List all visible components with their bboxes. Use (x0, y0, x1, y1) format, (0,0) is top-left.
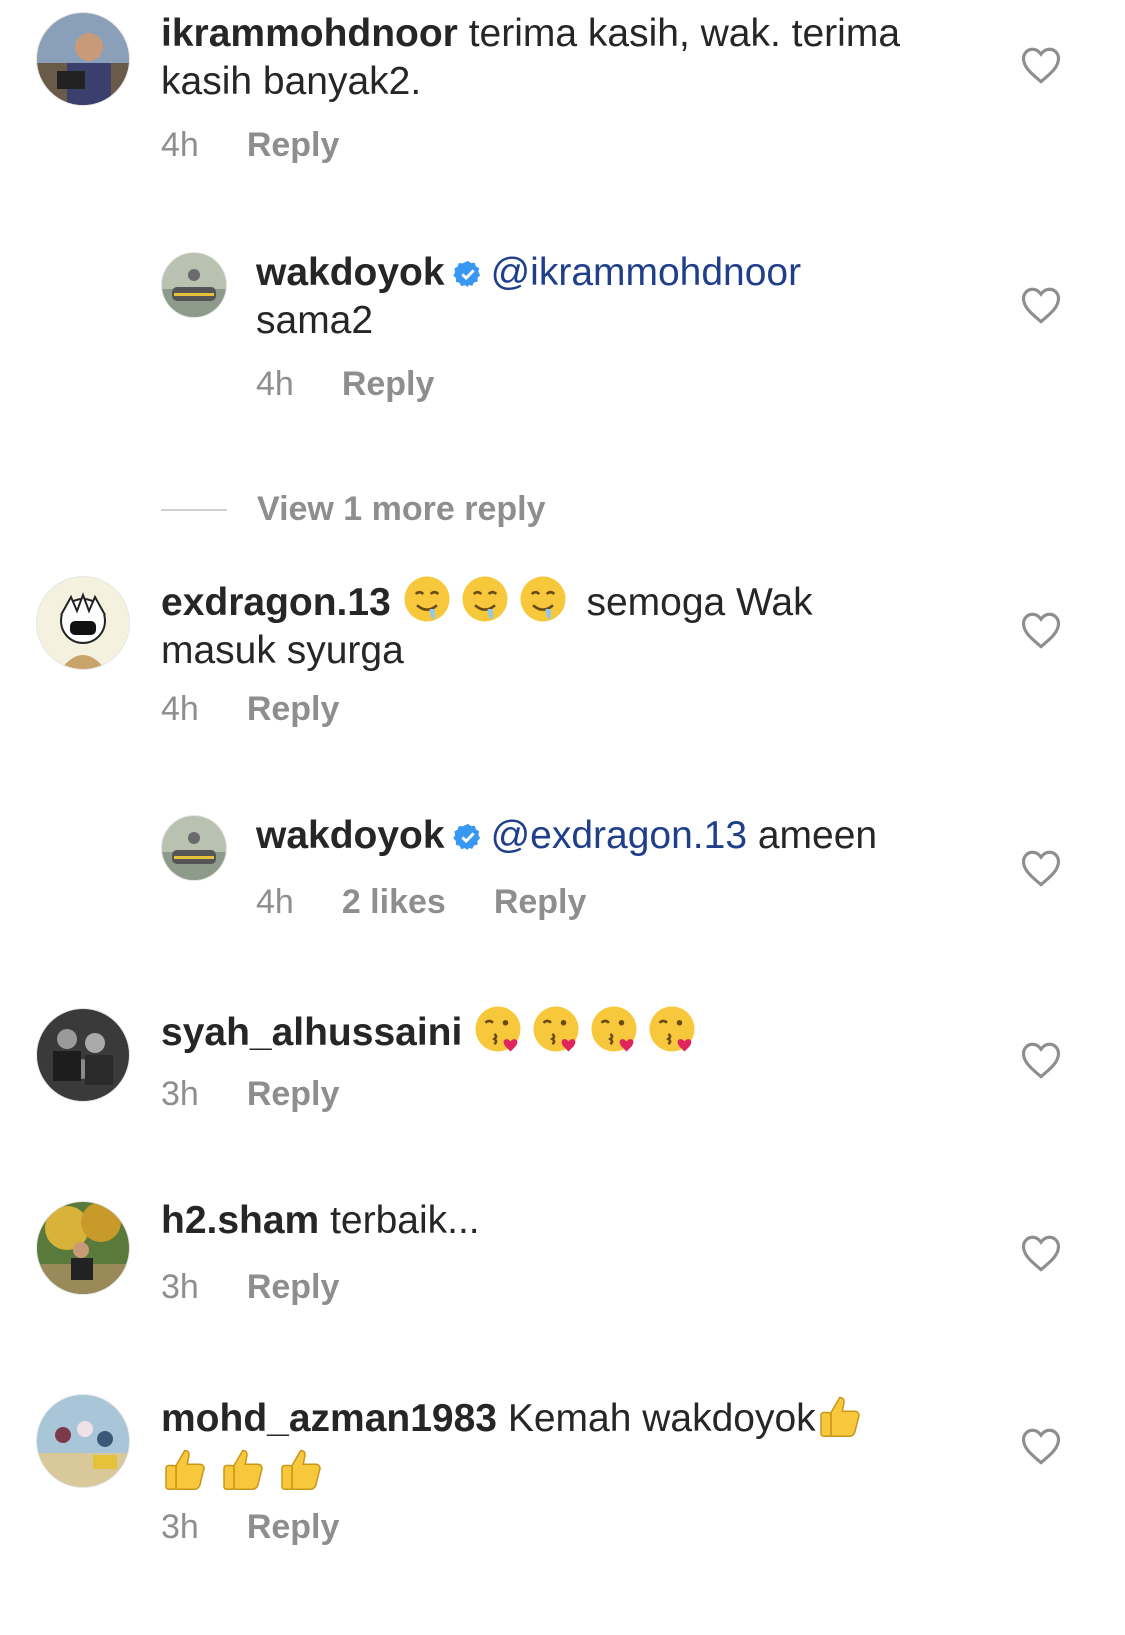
mention-link[interactable]: @exdragon.13 (491, 814, 747, 857)
thumbs-up-icon (219, 1443, 269, 1493)
avatar[interactable] (36, 12, 130, 106)
heart-outline-icon[interactable] (1020, 848, 1062, 888)
comment-body: exdragon.13 semoga Wak masuk syurga (161, 574, 931, 675)
comment-body: wakdoyok @exdragon.13 ameen (256, 812, 956, 860)
timestamp: 3h (161, 1268, 199, 1306)
heart-outline-icon[interactable] (1020, 1040, 1062, 1080)
comment-text: ameen (757, 814, 878, 857)
username[interactable]: h2.sham (161, 1199, 319, 1242)
timestamp: 4h (161, 126, 199, 164)
comment-meta: 4h Reply (256, 365, 434, 404)
view-more-replies-button[interactable]: View 1 more reply (161, 490, 546, 529)
timestamp: 4h (256, 365, 294, 403)
divider-line (161, 508, 227, 511)
comment-meta: 3h Reply (161, 1508, 339, 1547)
comment-text: Kemah wakdoyok (507, 1397, 816, 1440)
comment-body: mohd_azman1983 Kemah wakdoyok (161, 1390, 931, 1496)
comment-body: h2.sham terbaik... (161, 1197, 931, 1245)
avatar[interactable] (36, 1201, 130, 1295)
username[interactable]: exdragon.13 (161, 581, 391, 624)
timestamp: 4h (256, 883, 294, 921)
heart-outline-icon[interactable] (1020, 285, 1062, 325)
reply-button[interactable]: Reply (342, 365, 435, 404)
comment-meta: 3h Reply (161, 1075, 339, 1114)
avatar[interactable] (36, 1008, 130, 1102)
username[interactable]: syah_alhussaini (161, 1011, 462, 1054)
thumbs-up-icon (816, 1390, 866, 1440)
face-blowing-kiss-icon (589, 1004, 639, 1054)
reply-button[interactable]: Reply (247, 1075, 340, 1114)
drooling-face-icon (460, 574, 510, 624)
heart-outline-icon[interactable] (1020, 45, 1062, 85)
comment-meta: 3h Reply (161, 1268, 339, 1307)
reply-button[interactable]: Reply (247, 690, 340, 729)
reply-button[interactable]: Reply (247, 1508, 340, 1547)
timestamp: 4h (161, 690, 199, 728)
avatar[interactable] (36, 1394, 130, 1488)
username[interactable]: wakdoyok (256, 814, 445, 857)
face-blowing-kiss-icon (647, 1004, 697, 1054)
heart-outline-icon[interactable] (1020, 1426, 1062, 1466)
username[interactable]: ikrammohdnoor (161, 12, 458, 55)
thumbs-up-icon (277, 1443, 327, 1493)
comment-body: syah_alhussaini (161, 1004, 931, 1057)
verified-badge-icon (452, 253, 483, 288)
mention-link[interactable]: @ikrammohdnoor (491, 251, 802, 294)
heart-outline-icon[interactable] (1020, 1233, 1062, 1273)
avatar[interactable] (161, 252, 227, 318)
comment-meta: 4h Reply (161, 126, 339, 165)
emoji-group (473, 1006, 705, 1054)
thumbs-up-icon (161, 1443, 211, 1493)
reply-button[interactable]: Reply (247, 1268, 340, 1307)
reply-button[interactable]: Reply (247, 126, 340, 165)
heart-outline-icon[interactable] (1020, 610, 1062, 650)
likes-count[interactable]: 2 likes (342, 883, 446, 922)
timestamp: 3h (161, 1508, 199, 1546)
avatar[interactable] (36, 576, 130, 670)
drooling-face-icon (518, 574, 568, 624)
view-more-label: View 1 more reply (257, 490, 546, 528)
face-blowing-kiss-icon (531, 1004, 581, 1054)
comment-meta: 4h Reply (161, 690, 339, 729)
comment-meta: 4h 2 likes Reply (256, 883, 586, 922)
comment-text: sama2 (256, 299, 374, 342)
reply-button[interactable]: Reply (494, 883, 587, 922)
comment-text: terbaik... (330, 1199, 480, 1242)
username[interactable]: wakdoyok (256, 251, 445, 294)
comment-body: wakdoyok @ikrammohdnoor sama2 (256, 249, 956, 345)
username[interactable]: mohd_azman1983 (161, 1397, 497, 1440)
avatar[interactable] (161, 815, 227, 881)
timestamp: 3h (161, 1075, 199, 1113)
verified-badge-icon (452, 816, 483, 851)
emoji-group (402, 576, 587, 624)
face-blowing-kiss-icon (473, 1004, 523, 1054)
drooling-face-icon (402, 574, 452, 624)
comment-body: ikrammohdnoor terima kasih, wak. terima … (161, 10, 931, 106)
